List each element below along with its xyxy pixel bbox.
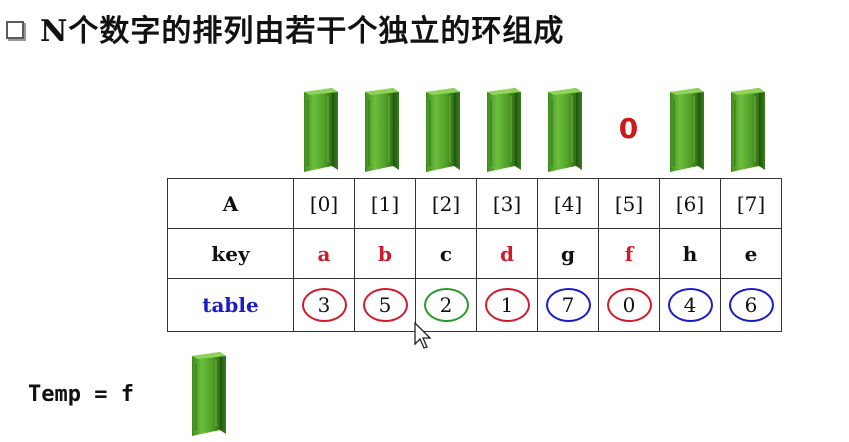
table-row-key: key abcdgfhe: [167, 228, 782, 279]
mouse-cursor-icon: [414, 322, 432, 349]
index-cell: [5]: [598, 178, 660, 229]
book-slot: [720, 82, 781, 174]
slide-title: N个数字的排列由若干个独立的环组成: [40, 14, 565, 49]
index-cell: [1]: [354, 178, 416, 229]
book-slot: [659, 82, 720, 174]
book-slot: [476, 82, 537, 174]
index-cell: [4]: [537, 178, 599, 229]
index-cell: [3]: [476, 178, 538, 229]
circled-value: 0: [606, 288, 652, 322]
book-icon: [542, 88, 584, 172]
table-value-cell: 4: [659, 278, 721, 332]
index-cell: [0]: [293, 178, 355, 229]
book-icon: [420, 88, 462, 172]
book-slot: [293, 82, 354, 174]
table-value-cell: 7: [537, 278, 599, 332]
book-icon: [481, 88, 523, 172]
key-cell: b: [354, 228, 416, 279]
slot-value: 0: [618, 112, 639, 145]
index-cell: [6]: [659, 178, 721, 229]
permutation-table: A [0] [1] [2] [3] [4] [5] [6] [7] key abcdgfhe …: [167, 178, 782, 332]
table-row-table: table 35217046: [167, 278, 782, 332]
table-value-cell: 5: [354, 278, 416, 332]
circled-value: 6: [728, 288, 774, 322]
table-value-cell: 6: [720, 278, 782, 332]
circled-value: 2: [423, 288, 469, 322]
table-value-cell: 1: [476, 278, 538, 332]
book-icon: [725, 88, 767, 172]
circled-value: 5: [362, 288, 408, 322]
row-label-key: key: [167, 228, 294, 279]
circled-value: 4: [667, 288, 713, 322]
book-slot: 0: [598, 82, 659, 174]
circled-value: 7: [545, 288, 591, 322]
key-cell: e: [720, 228, 782, 279]
key-cell: c: [415, 228, 477, 279]
key-cell: a: [293, 228, 355, 279]
book-icon: [186, 352, 228, 436]
slide-heading: N个数字的排列由若干个独立的环组成: [6, 4, 564, 52]
table-value-cell: 3: [293, 278, 355, 332]
row-label-table: table: [167, 278, 294, 332]
row-label-a: A: [167, 178, 294, 229]
book-slot-row: 0: [293, 82, 781, 174]
circled-value: 1: [484, 288, 530, 322]
table-row-index: A [0] [1] [2] [3] [4] [5] [6] [7]: [167, 178, 782, 229]
temp-label: Temp = f: [28, 382, 134, 407]
square-bullet-icon: [6, 21, 24, 39]
book-slot: [354, 82, 415, 174]
index-cell: [2]: [415, 178, 477, 229]
book-icon: [664, 88, 706, 172]
book-icon: [359, 88, 401, 172]
table-value-cell: 0: [598, 278, 660, 332]
index-cell: [7]: [720, 178, 782, 229]
book-slot: [537, 82, 598, 174]
book-slot: [415, 82, 476, 174]
circled-value: 3: [301, 288, 347, 322]
key-cell: g: [537, 228, 599, 279]
key-cell: f: [598, 228, 660, 279]
key-cell: h: [659, 228, 721, 279]
key-cell: d: [476, 228, 538, 279]
book-icon: [298, 88, 340, 172]
